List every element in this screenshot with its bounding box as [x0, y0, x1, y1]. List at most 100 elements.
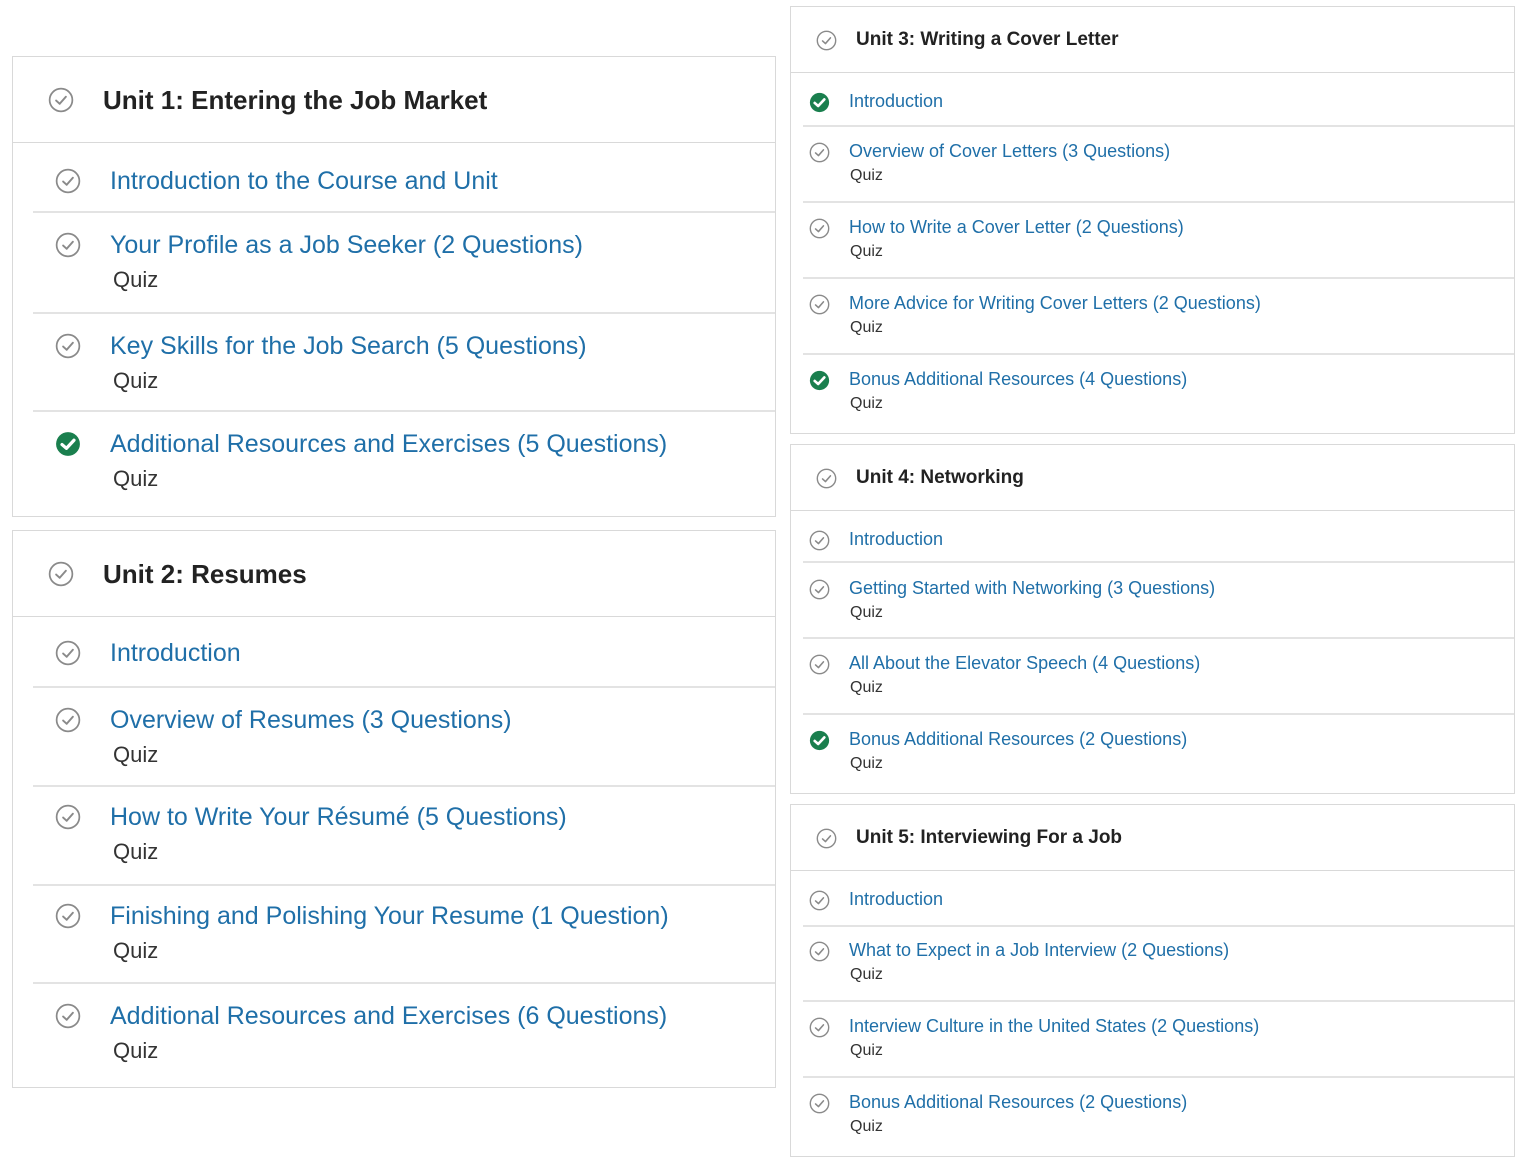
lesson-item[interactable]: Your Profile as a Job Seeker (2 Question…	[33, 213, 775, 314]
lesson-title-link[interactable]: Introduction to the Course and Unit	[110, 167, 498, 196]
lesson-item[interactable]: Finishing and Polishing Your Resume (1 Q…	[33, 886, 775, 984]
lesson-type-label: Quiz	[113, 742, 159, 768]
lesson-title-link[interactable]: Finishing and Polishing Your Resume (1 Q…	[110, 902, 669, 931]
lesson-title-link[interactable]: Introduction	[849, 91, 943, 112]
unit-3-panel: Unit 3: Writing a Cover Letter Introducti…	[790, 6, 1515, 434]
unit-header[interactable]: Unit 1: Entering the Job Market	[13, 57, 775, 143]
unit-header[interactable]: Unit 4: Networking	[791, 445, 1514, 511]
lesson-type-label: Quiz	[113, 839, 159, 865]
lesson-title-link[interactable]: Introduction	[110, 639, 241, 668]
circle-check-filled-icon	[56, 432, 80, 456]
lesson-item[interactable]: How to Write a Cover Letter (2 Questions…	[803, 203, 1514, 279]
lesson-title-link[interactable]: Additional Resources and Exercises (6 Qu…	[110, 1002, 667, 1031]
unit-header[interactable]: Unit 5: Interviewing For a Job	[791, 805, 1514, 871]
lesson-title-link[interactable]: How to Write Your Résumé (5 Questions)	[110, 803, 567, 832]
lesson-item[interactable]: Overview of Resumes (3 Questions) Quiz	[33, 688, 775, 787]
circle-check-outline-icon	[816, 468, 837, 488]
lesson-title-link[interactable]: Additional Resources and Exercises (5 Qu…	[110, 430, 667, 459]
lesson-title-link[interactable]: Bonus Additional Resources (2 Questions)	[849, 1092, 1187, 1113]
lesson-item[interactable]: Key Skills for the Job Search (5 Questio…	[33, 314, 775, 412]
lesson-title-link[interactable]: Introduction	[849, 529, 943, 550]
lesson-title-link[interactable]: Getting Started with Networking (3 Quest…	[849, 578, 1215, 599]
lesson-type-label: Quiz	[850, 1042, 883, 1060]
unit-title: Unit 2: Resumes	[103, 559, 307, 590]
lesson-title-link[interactable]: Key Skills for the Job Search (5 Questio…	[110, 332, 587, 361]
lesson-type-label: Quiz	[850, 319, 883, 337]
lesson-type-label: Quiz	[850, 604, 883, 622]
circle-check-outline-icon	[55, 903, 81, 929]
circle-check-outline-icon	[809, 218, 830, 239]
lesson-item[interactable]: More Advice for Writing Cover Letters (2…	[803, 279, 1514, 355]
circle-check-filled-icon	[809, 730, 830, 751]
lesson-title-link[interactable]: Overview of Resumes (3 Questions)	[110, 706, 512, 735]
circle-check-outline-icon	[55, 1003, 81, 1029]
lesson-item[interactable]: Getting Started with Networking (3 Quest…	[803, 563, 1514, 639]
circle-check-outline-icon	[55, 333, 81, 359]
lesson-title-link[interactable]: More Advice for Writing Cover Letters (2…	[849, 293, 1261, 314]
circle-check-outline-icon	[809, 890, 830, 911]
lesson-item[interactable]: What to Expect in a Job Interview (2 Que…	[803, 927, 1514, 1002]
lesson-title-link[interactable]: What to Expect in a Job Interview (2 Que…	[849, 940, 1229, 961]
unit-header[interactable]: Unit 2: Resumes	[13, 531, 775, 617]
lesson-item[interactable]: All About the Elevator Speech (4 Questio…	[803, 639, 1514, 715]
lesson-title-link[interactable]: Overview of Cover Letters (3 Questions)	[849, 141, 1170, 162]
unit-2-panel: Unit 2: Resumes Introduction Overview of R…	[12, 530, 776, 1088]
lesson-item[interactable]: Additional Resources and Exercises (5 Qu…	[33, 412, 775, 518]
lesson-item[interactable]: Additional Resources and Exercises (6 Qu…	[33, 984, 775, 1089]
circle-check-outline-icon	[55, 707, 81, 733]
lesson-type-label: Quiz	[850, 1118, 883, 1136]
unit-header[interactable]: Unit 3: Writing a Cover Letter	[791, 7, 1514, 73]
lesson-type-label: Quiz	[113, 1038, 159, 1064]
circle-check-outline-icon	[809, 294, 830, 315]
lesson-type-label: Quiz	[850, 966, 883, 984]
lesson-type-label: Quiz	[850, 395, 883, 413]
circle-check-outline-icon	[809, 941, 830, 962]
unit-4-panel: Unit 4: Networking Introduction Getting St…	[790, 444, 1515, 794]
lesson-title-link[interactable]: Your Profile as a Job Seeker (2 Question…	[110, 231, 583, 260]
lesson-item[interactable]: Overview of Cover Letters (3 Questions) Q…	[803, 127, 1514, 203]
lesson-type-label: Quiz	[850, 243, 883, 261]
lesson-item[interactable]: Bonus Additional Resources (4 Questions)…	[803, 355, 1514, 435]
lesson-type-label: Quiz	[850, 679, 883, 697]
circle-check-outline-icon	[809, 142, 830, 163]
lesson-item[interactable]: Introduction	[33, 617, 775, 688]
circle-check-outline-icon	[809, 654, 830, 675]
lesson-title-link[interactable]: Bonus Additional Resources (4 Questions)	[849, 369, 1187, 390]
lesson-type-label: Quiz	[113, 267, 159, 293]
unit-1-panel: Unit 1: Entering the Job Market Introduct…	[12, 56, 776, 517]
circle-check-outline-icon	[48, 87, 74, 113]
circle-check-outline-icon	[55, 232, 81, 258]
circle-check-outline-icon	[55, 168, 81, 194]
lesson-type-label: Quiz	[850, 167, 883, 185]
circle-check-outline-icon	[816, 30, 837, 50]
lesson-type-label: Quiz	[113, 368, 159, 394]
unit-5-panel: Unit 5: Interviewing For a Job Introducti…	[790, 804, 1515, 1157]
lesson-item[interactable]: Bonus Additional Resources (2 Questions)…	[803, 1078, 1514, 1158]
unit-title: Unit 5: Interviewing For a Job	[856, 827, 1123, 849]
unit-title: Unit 4: Networking	[856, 467, 1024, 489]
circle-check-outline-icon	[809, 1017, 830, 1038]
lesson-item[interactable]: How to Write Your Résumé (5 Questions) Qu…	[33, 787, 775, 886]
circle-check-outline-icon	[809, 530, 830, 551]
lesson-item[interactable]: Introduction to the Course and Unit	[33, 145, 775, 213]
unit-title: Unit 3: Writing a Cover Letter	[856, 29, 1119, 51]
unit-title: Unit 1: Entering the Job Market	[103, 85, 488, 116]
lesson-title-link[interactable]: How to Write a Cover Letter (2 Questions…	[849, 217, 1184, 238]
lesson-title-link[interactable]: Introduction	[849, 889, 943, 910]
circle-check-outline-icon	[55, 640, 81, 666]
circle-check-outline-icon	[809, 579, 830, 600]
lesson-item[interactable]: Introduction	[803, 511, 1514, 563]
lesson-title-link[interactable]: All About the Elevator Speech (4 Questio…	[849, 653, 1200, 674]
lesson-item[interactable]: Introduction	[803, 73, 1514, 127]
lesson-item[interactable]: Bonus Additional Resources (2 Questions)…	[803, 715, 1514, 795]
circle-check-filled-icon	[809, 370, 830, 391]
lesson-item[interactable]: Introduction	[803, 871, 1514, 927]
lesson-type-label: Quiz	[113, 466, 159, 492]
lesson-item[interactable]: Interview Culture in the United States (…	[803, 1002, 1514, 1078]
circle-check-outline-icon	[809, 1093, 830, 1114]
circle-check-outline-icon	[55, 804, 81, 830]
circle-check-outline-icon	[816, 828, 837, 848]
circle-check-filled-icon	[809, 92, 830, 113]
lesson-title-link[interactable]: Interview Culture in the United States (…	[849, 1016, 1259, 1037]
lesson-title-link[interactable]: Bonus Additional Resources (2 Questions)	[849, 729, 1187, 750]
